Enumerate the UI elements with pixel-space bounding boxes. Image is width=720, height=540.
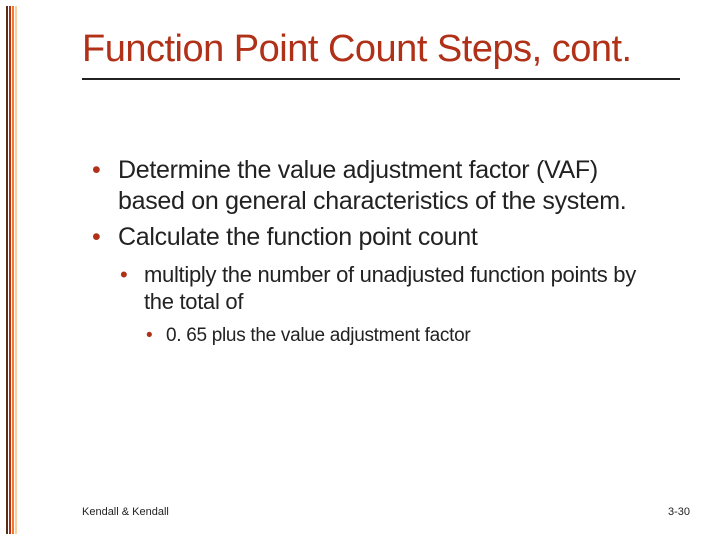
list-item: 0. 65 plus the value adjustment factor	[144, 324, 660, 349]
bullet-text: multiply the number of unadjusted functi…	[144, 262, 636, 315]
bullet-text: Determine the value adjustment factor (V…	[118, 156, 626, 215]
bullet-text: Calculate the function point count	[118, 223, 478, 251]
side-accent-bar	[6, 6, 17, 534]
content-block: Determine the value adjustment factor (V…	[90, 155, 660, 352]
footer-author: Kendall & Kendall	[82, 506, 169, 518]
title-block: Function Point Count Steps, cont.	[82, 28, 680, 80]
bullet-list-level3: 0. 65 plus the value adjustment factor	[144, 324, 660, 349]
footer-page-number: 3-30	[668, 506, 690, 518]
bullet-list-level2: multiply the number of unadjusted functi…	[118, 261, 660, 349]
list-item: Calculate the function point count multi…	[90, 222, 660, 349]
slide: Function Point Count Steps, cont. Determ…	[0, 0, 720, 540]
bullet-list-level1: Determine the value adjustment factor (V…	[90, 155, 660, 348]
list-item: multiply the number of unadjusted functi…	[118, 261, 660, 349]
title-underline	[82, 78, 680, 80]
slide-title: Function Point Count Steps, cont.	[82, 28, 680, 72]
list-item: Determine the value adjustment factor (V…	[90, 155, 660, 218]
bullet-text: 0. 65 plus the value adjustment factor	[166, 325, 470, 346]
